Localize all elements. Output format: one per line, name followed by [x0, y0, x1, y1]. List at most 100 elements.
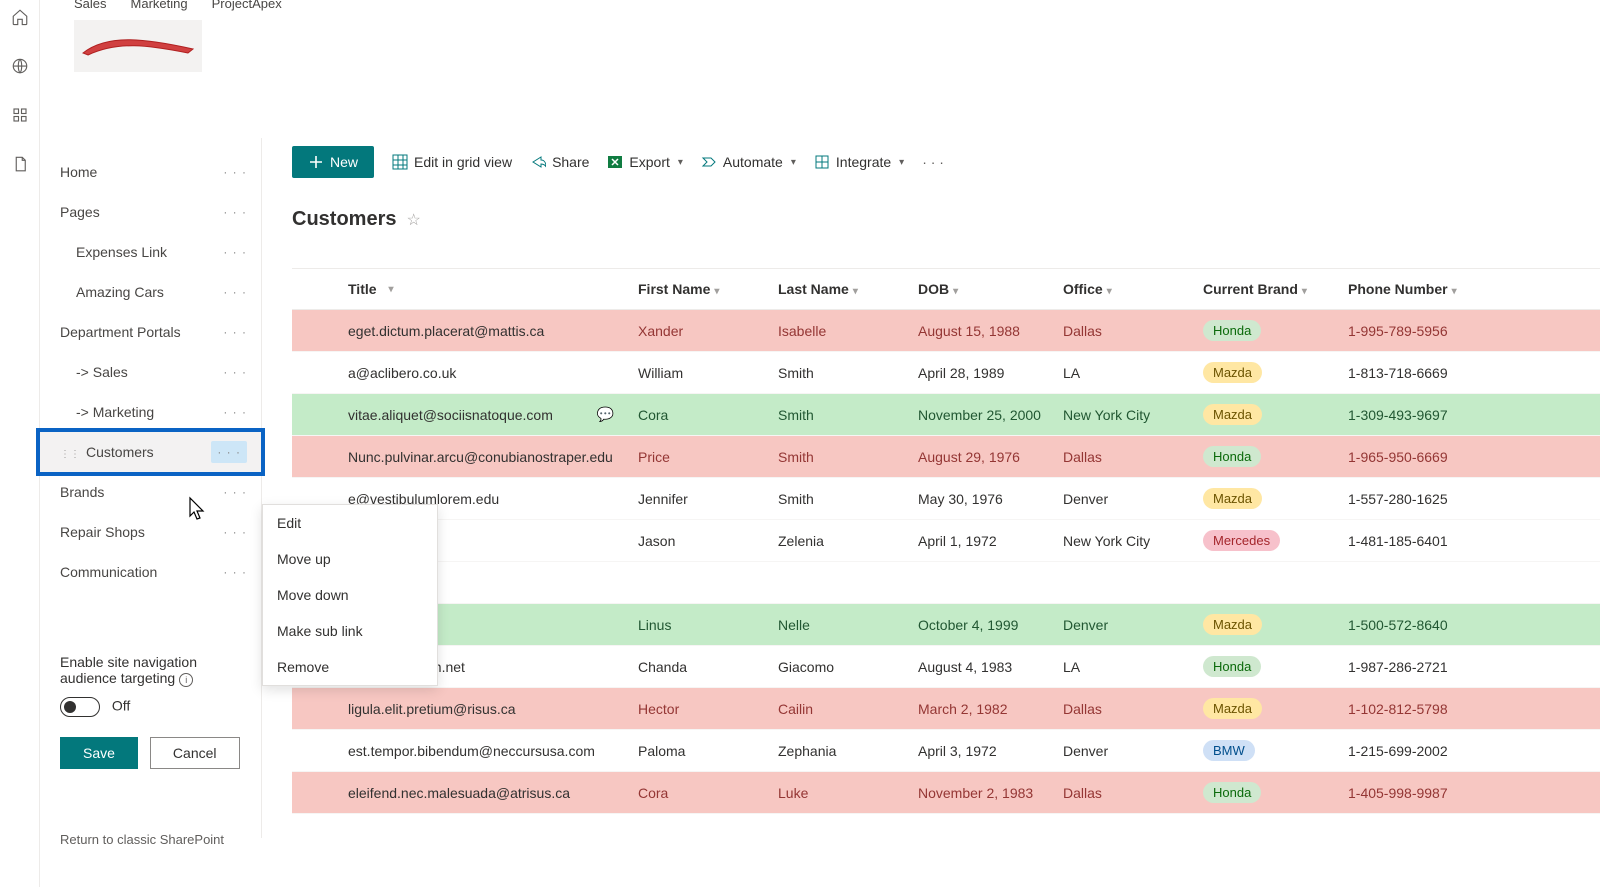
cell-dob: April 3, 1972 [918, 743, 1063, 759]
sidebar-item-actions-icon[interactable]: · · · [223, 245, 247, 259]
sidebar-item-actions-icon[interactable]: · · · [223, 165, 247, 179]
table-row[interactable]: e@vestibulumlorem.eduJenniferSmithMay 30… [292, 478, 1600, 520]
sidebar-item-actions-icon[interactable]: · · · [223, 325, 247, 339]
brand-pill: Mazda [1203, 614, 1262, 635]
nav-editor-footer: Enable site navigation audience targetin… [60, 654, 260, 769]
sidebar-item--sales[interactable]: -> Sales· · · [40, 352, 261, 392]
cell-brand: Mercedes [1203, 530, 1348, 551]
cell-title: Nunc.pulvinar.arcu@conubianostraper.edu [348, 449, 638, 465]
overflow-button[interactable]: · · · [922, 154, 944, 170]
table-row[interactable]: Nullam@Etiam.netChandaGiacomoAugust 4, 1… [292, 646, 1600, 688]
sidebar-item-label: Home [60, 164, 97, 180]
sidebar-item-actions-icon[interactable]: · · · [223, 405, 247, 419]
cell-brand: Mazda [1203, 614, 1348, 635]
col-header-last[interactable]: Last Name▾ [778, 281, 918, 297]
cell-first: Hector [638, 701, 778, 717]
cell-office: Dallas [1063, 785, 1203, 801]
table-row[interactable]: vitae.aliquet@sociisnatoque.com💬CoraSmit… [292, 394, 1600, 436]
cell-brand: Mazda [1203, 362, 1348, 383]
table-row[interactable] [292, 562, 1600, 604]
cell-first: Price [638, 449, 778, 465]
cell-office: LA [1063, 659, 1203, 675]
edit-in-grid-button[interactable]: Edit in grid view [392, 154, 512, 170]
cell-last: Smith [778, 407, 918, 423]
col-header-first[interactable]: First Name▾ [638, 281, 778, 297]
context-menu-item-move-up[interactable]: Move up [263, 541, 437, 577]
col-header-title[interactable]: Title▾ [348, 281, 638, 297]
sidebar-item-department-portals[interactable]: Department Portals· · · [40, 312, 261, 352]
app-rail [0, 0, 40, 887]
cancel-button[interactable]: Cancel [150, 737, 240, 769]
cell-dob: April 1, 1972 [918, 533, 1063, 549]
document-icon[interactable] [11, 155, 29, 176]
col-header-phone[interactable]: Phone Number▾ [1348, 281, 1488, 297]
sidebar-item-actions-icon[interactable]: · · · [223, 205, 247, 219]
export-button[interactable]: Export▾ [607, 154, 683, 170]
table-row[interactable]: on.comJasonZeleniaApril 1, 1972New York … [292, 520, 1600, 562]
sidebar-item--marketing[interactable]: -> Marketing · · · [40, 392, 261, 432]
sidebar-item-home[interactable]: Home · · · [40, 152, 261, 192]
context-menu-item-edit[interactable]: Edit [263, 505, 437, 541]
cursor-icon [186, 496, 208, 522]
cell-office: Denver [1063, 491, 1203, 507]
new-button[interactable]: New [292, 146, 374, 178]
cell-phone: 1-500-572-8640 [1348, 617, 1488, 633]
sidebar-item-communication[interactable]: Communication· · · [40, 552, 261, 592]
apps-icon[interactable] [11, 106, 29, 127]
cell-phone: 1-405-998-9987 [1348, 785, 1488, 801]
automate-button[interactable]: Automate▾ [701, 154, 796, 170]
sidebar-item-repair-shops[interactable]: Repair Shops· · · [40, 512, 261, 552]
context-menu-item-make-sub-link[interactable]: Make sub link [263, 613, 437, 649]
sidebar-item-actions-icon[interactable]: · · · [223, 525, 247, 539]
sidebar-item-customers[interactable]: ⋮⋮Customers· · · [40, 432, 261, 472]
table-row[interactable]: eleifend.nec.malesuada@atrisus.caCoraLuk… [292, 772, 1600, 814]
table-row[interactable]: Nunc.pulvinar.arcu@conubianostraper.eduP… [292, 436, 1600, 478]
table-row[interactable]: eget.dictum.placerat@mattis.caXanderIsab… [292, 310, 1600, 352]
sidebar-item-actions-icon[interactable]: · · · [223, 485, 247, 499]
table-row[interactable]: est.tempor.bibendum@neccursusa.comPaloma… [292, 730, 1600, 772]
table-row[interactable]: ligula.elit.pretium@risus.caHectorCailin… [292, 688, 1600, 730]
hub-tab[interactable]: Marketing [131, 0, 188, 11]
sidebar-item-pages[interactable]: Pages· · · [40, 192, 261, 232]
drag-handle-icon[interactable]: ⋮⋮ [60, 449, 80, 460]
context-menu-item-remove[interactable]: Remove [263, 649, 437, 685]
hub-tab[interactable]: ProjectApex [212, 0, 282, 11]
comment-icon[interactable]: 💬 [597, 406, 614, 423]
sidebar-item-amazing-cars[interactable]: Amazing Cars· · · [40, 272, 261, 312]
cell-last: Smith [778, 449, 918, 465]
cell-last: Nelle [778, 617, 918, 633]
context-menu-item-move-down[interactable]: Move down [263, 577, 437, 613]
globe-icon[interactable] [11, 57, 29, 78]
table-row[interactable]: @in.eduLinusNelleOctober 4, 1999DenverMa… [292, 604, 1600, 646]
brand-pill: Honda [1203, 320, 1261, 341]
integrate-button[interactable]: Integrate▾ [814, 154, 904, 170]
sidebar-item-actions-icon[interactable]: · · · [211, 441, 247, 463]
cell-last: Zephania [778, 743, 918, 759]
info-icon[interactable]: i [179, 673, 193, 687]
save-button[interactable]: Save [60, 737, 138, 769]
site-logo[interactable] [74, 20, 202, 72]
col-header-office[interactable]: Office▾ [1063, 281, 1203, 297]
cell-title: est.tempor.bibendum@neccursusa.com [348, 743, 638, 759]
cell-title: vitae.aliquet@sociisnatoque.com💬 [348, 406, 638, 423]
brand-pill: Honda [1203, 656, 1261, 677]
table-row[interactable]: a@aclibero.co.ukWilliamSmithApril 28, 19… [292, 352, 1600, 394]
share-button[interactable]: Share [530, 154, 589, 170]
col-header-dob[interactable]: DOB▾ [918, 281, 1063, 297]
sidebar-item-actions-icon[interactable]: · · · [223, 565, 247, 579]
cell-office: New York City [1063, 407, 1203, 423]
audience-toggle[interactable] [60, 697, 100, 717]
sidebar-item-expenses-link[interactable]: Expenses Link· · · [40, 232, 261, 272]
nav-item-context-menu: EditMove upMove downMake sub linkRemove [262, 504, 438, 686]
favorite-star-icon[interactable]: ☆ [406, 210, 420, 230]
sidebar-item-actions-icon[interactable]: · · · [223, 365, 247, 379]
cell-office: New York City [1063, 533, 1203, 549]
col-header-brand[interactable]: Current Brand▾ [1203, 281, 1348, 297]
cell-last: Isabelle [778, 323, 918, 339]
return-classic-link[interactable]: Return to classic SharePoint [60, 832, 224, 847]
sidebar-item-actions-icon[interactable]: · · · [223, 285, 247, 299]
hub-tab[interactable]: Sales [74, 0, 107, 11]
sidebar-item-label: -> Marketing [76, 404, 154, 420]
sidebar-item-brands[interactable]: Brands· · · [40, 472, 261, 512]
home-icon[interactable] [11, 8, 29, 29]
